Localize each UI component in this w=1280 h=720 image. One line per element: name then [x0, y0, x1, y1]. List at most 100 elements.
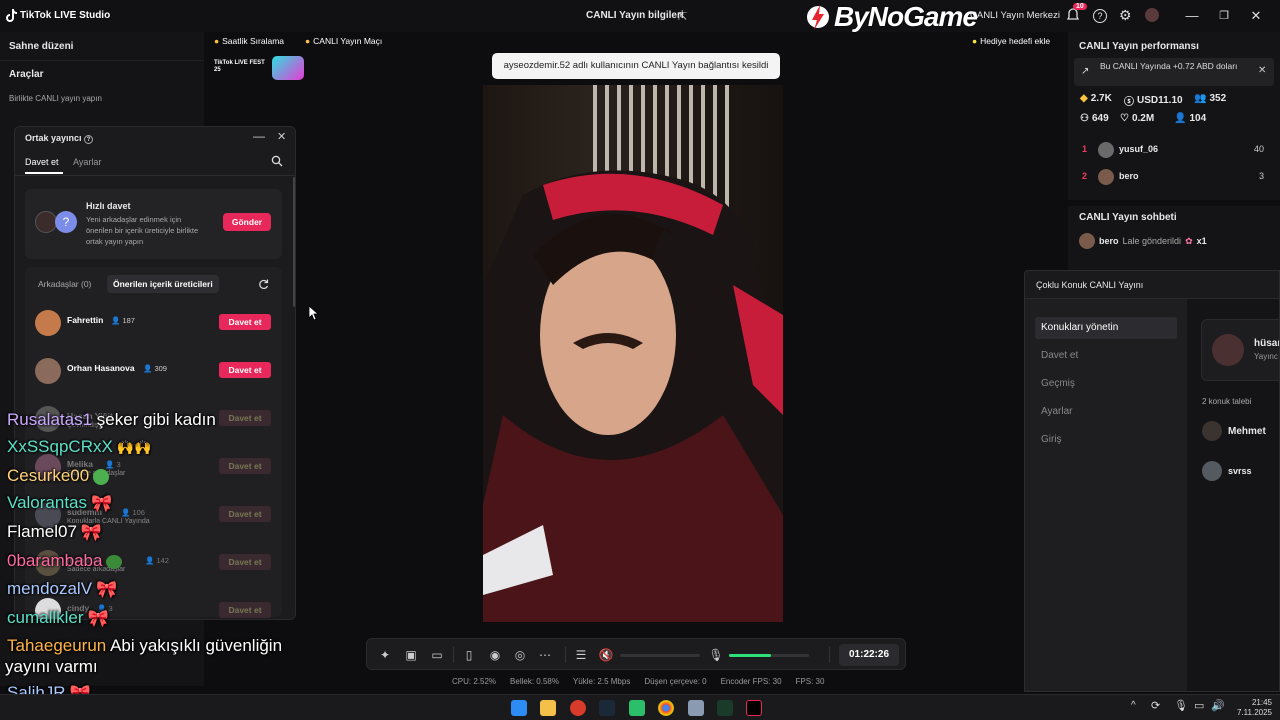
edit-icon[interactable]: ⇱: [678, 10, 687, 23]
refresh-icon[interactable]: [258, 279, 269, 290]
guest-content: hüsar Yayınc 2 konuk talebi Mehmet svrss: [1187, 299, 1279, 691]
help-icon[interactable]: ?: [1093, 9, 1107, 23]
system-clock[interactable]: 21:45 7.11.2025: [1230, 698, 1272, 718]
speaker-icon[interactable]: 🔊: [1211, 699, 1225, 712]
windows-start-icon[interactable]: [511, 700, 527, 716]
search-icon[interactable]: [271, 155, 283, 167]
chat-overlay-line: Valorantas 🎀: [7, 493, 113, 513]
livefest-badge[interactable]: TikTok LIVE FEST 25: [212, 56, 306, 80]
rank-value: 3: [1258, 171, 1264, 181]
bell-icon[interactable]: [1066, 8, 1080, 22]
divider: [565, 647, 566, 663]
camera-app-icon[interactable]: [688, 700, 704, 716]
invite-button[interactable]: Davet et: [219, 314, 271, 330]
close-icon[interactable]: ✕: [277, 130, 286, 143]
menu-invite[interactable]: Davet et: [1035, 345, 1177, 367]
pepe-emoji-icon: [106, 554, 123, 569]
invite-button[interactable]: Davet et: [219, 602, 271, 618]
watermark-logo: ByNoGame: [806, 0, 978, 34]
divider: [829, 647, 830, 663]
disconnect-toast: ayseozdemir.52 adlı kullanıcının CANLI Y…: [492, 53, 780, 79]
together-label: Birlikte CANLI yayın yapın: [9, 94, 102, 103]
avatar[interactable]: [1145, 8, 1159, 22]
close-icon[interactable]: ✕: [1248, 8, 1264, 24]
minimize-icon[interactable]: —: [1184, 8, 1200, 24]
phone-icon[interactable]: ▯: [461, 647, 477, 663]
microphone-icon[interactable]: 🎙: [1174, 699, 1188, 712]
hand-icon: ●: [305, 36, 311, 46]
monitor-icon[interactable]: ▭: [1194, 699, 1204, 712]
popup-divider: [15, 175, 295, 176]
menu-manage-guests[interactable]: Konukları yönetin: [1035, 317, 1177, 339]
tab-invite[interactable]: Davet et: [25, 157, 59, 167]
sliders-icon[interactable]: ☰: [573, 647, 589, 663]
creator-name: Fahrettin: [67, 315, 104, 325]
live-center-link[interactable]: CANLI Yayın Merkezi: [970, 10, 1060, 21]
invite-button[interactable]: Davet et: [219, 362, 271, 378]
tab-settings[interactable]: Ayarlar: [73, 157, 101, 167]
live-match-chip[interactable]: ● CANLI Yayın Maçı: [305, 34, 382, 48]
rank-name[interactable]: yusuf_06: [1119, 144, 1158, 154]
more-icon[interactable]: ⋯: [537, 647, 553, 663]
menu-history[interactable]: Geçmiş: [1035, 373, 1177, 395]
info-icon[interactable]: ?: [84, 135, 94, 144]
chat-overlay-line: XxSSqpCRxX 🙌🙌: [7, 437, 152, 456]
stream-info-title[interactable]: CANLI Yayın bilgileri: [586, 10, 684, 21]
guest-request[interactable]: Mehmet: [1202, 421, 1266, 441]
volume-slider[interactable]: [620, 654, 700, 657]
clock-time: 21:45: [1251, 698, 1272, 707]
bynogame-logo-icon: [807, 5, 829, 30]
mic-level-fill: [729, 654, 771, 657]
gifter-icon: 👤: [1174, 113, 1187, 124]
usd-stat: ⓢ USD11.10: [1124, 95, 1183, 108]
magic-icon[interactable]: ✦: [377, 647, 393, 663]
chrome-icon[interactable]: [658, 700, 674, 716]
invite-button[interactable]: Davet et: [219, 506, 271, 522]
app-icon[interactable]: [629, 700, 645, 716]
invite-button[interactable]: Davet et: [219, 554, 271, 570]
guest-request[interactable]: svrss: [1202, 461, 1252, 481]
record-icon[interactable]: ◉: [487, 647, 503, 663]
gear-icon[interactable]: ⚙: [1119, 7, 1132, 24]
tray-chevron-icon[interactable]: ^: [1131, 700, 1136, 711]
invite-button[interactable]: Davet et: [219, 410, 271, 426]
steam-icon[interactable]: [599, 700, 615, 716]
send-button[interactable]: Gönder: [223, 213, 271, 231]
chat-overlay-line: mendozalV 🎀: [7, 579, 118, 599]
livefest-logo-icon: [272, 56, 304, 80]
scrollbar[interactable]: [293, 177, 295, 307]
guest-menu: Konukları yönetin Davet et Geçmiş Ayarla…: [1025, 299, 1187, 691]
invite-button[interactable]: Davet et: [219, 458, 271, 474]
fps-stat: FPS: 30: [795, 677, 825, 686]
ribbon-emoji-icon: 🎀: [91, 493, 113, 513]
tulip-icon: ✿: [1185, 235, 1193, 246]
gift-goal-chip[interactable]: ● Hediye hedefi ekle: [972, 34, 1050, 48]
maximize-icon[interactable]: ❐: [1216, 8, 1232, 24]
avatar: [35, 211, 57, 233]
hourly-ranking-chip[interactable]: ● Saatlik Sıralama: [214, 34, 284, 48]
sync-icon[interactable]: ⟳: [1151, 699, 1160, 712]
close-icon[interactable]: ✕: [1258, 65, 1266, 76]
tab-friends[interactable]: Arkadaşlar (0): [38, 279, 91, 289]
speaker-mute-icon[interactable]: 🔇: [598, 647, 614, 663]
file-explorer-icon[interactable]: [540, 700, 556, 716]
minimize-icon[interactable]: —: [253, 129, 265, 143]
rank-name[interactable]: bero: [1119, 171, 1139, 181]
scene-layout-title[interactable]: Sahne düzeni: [9, 41, 73, 52]
tab-suggested-creators[interactable]: Önerilen içerik üreticileri: [107, 275, 219, 293]
chat-user: bero: [1099, 236, 1119, 246]
encoder-fps-stat: Encoder FPS: 30: [720, 677, 782, 686]
app-icon[interactable]: [717, 700, 733, 716]
layout-icon[interactable]: ▣: [403, 647, 419, 663]
quick-invite-card: ? Hızlı davet Yeni arkadaşlar edinmek iç…: [25, 189, 282, 259]
menu-settings[interactable]: Ayarlar: [1035, 401, 1177, 423]
screen-icon[interactable]: ▭: [429, 647, 445, 663]
app-icon[interactable]: [570, 700, 586, 716]
mic-level-track[interactable]: [729, 654, 809, 657]
tiktok-live-studio-icon[interactable]: [746, 700, 762, 716]
divider: [0, 60, 204, 61]
microphone-icon[interactable]: 🎙: [708, 647, 724, 663]
chat-overlay-line: cumallkler 🎀: [7, 608, 109, 628]
camera-icon[interactable]: ◎: [512, 647, 528, 663]
menu-login[interactable]: Giriş: [1035, 429, 1177, 451]
